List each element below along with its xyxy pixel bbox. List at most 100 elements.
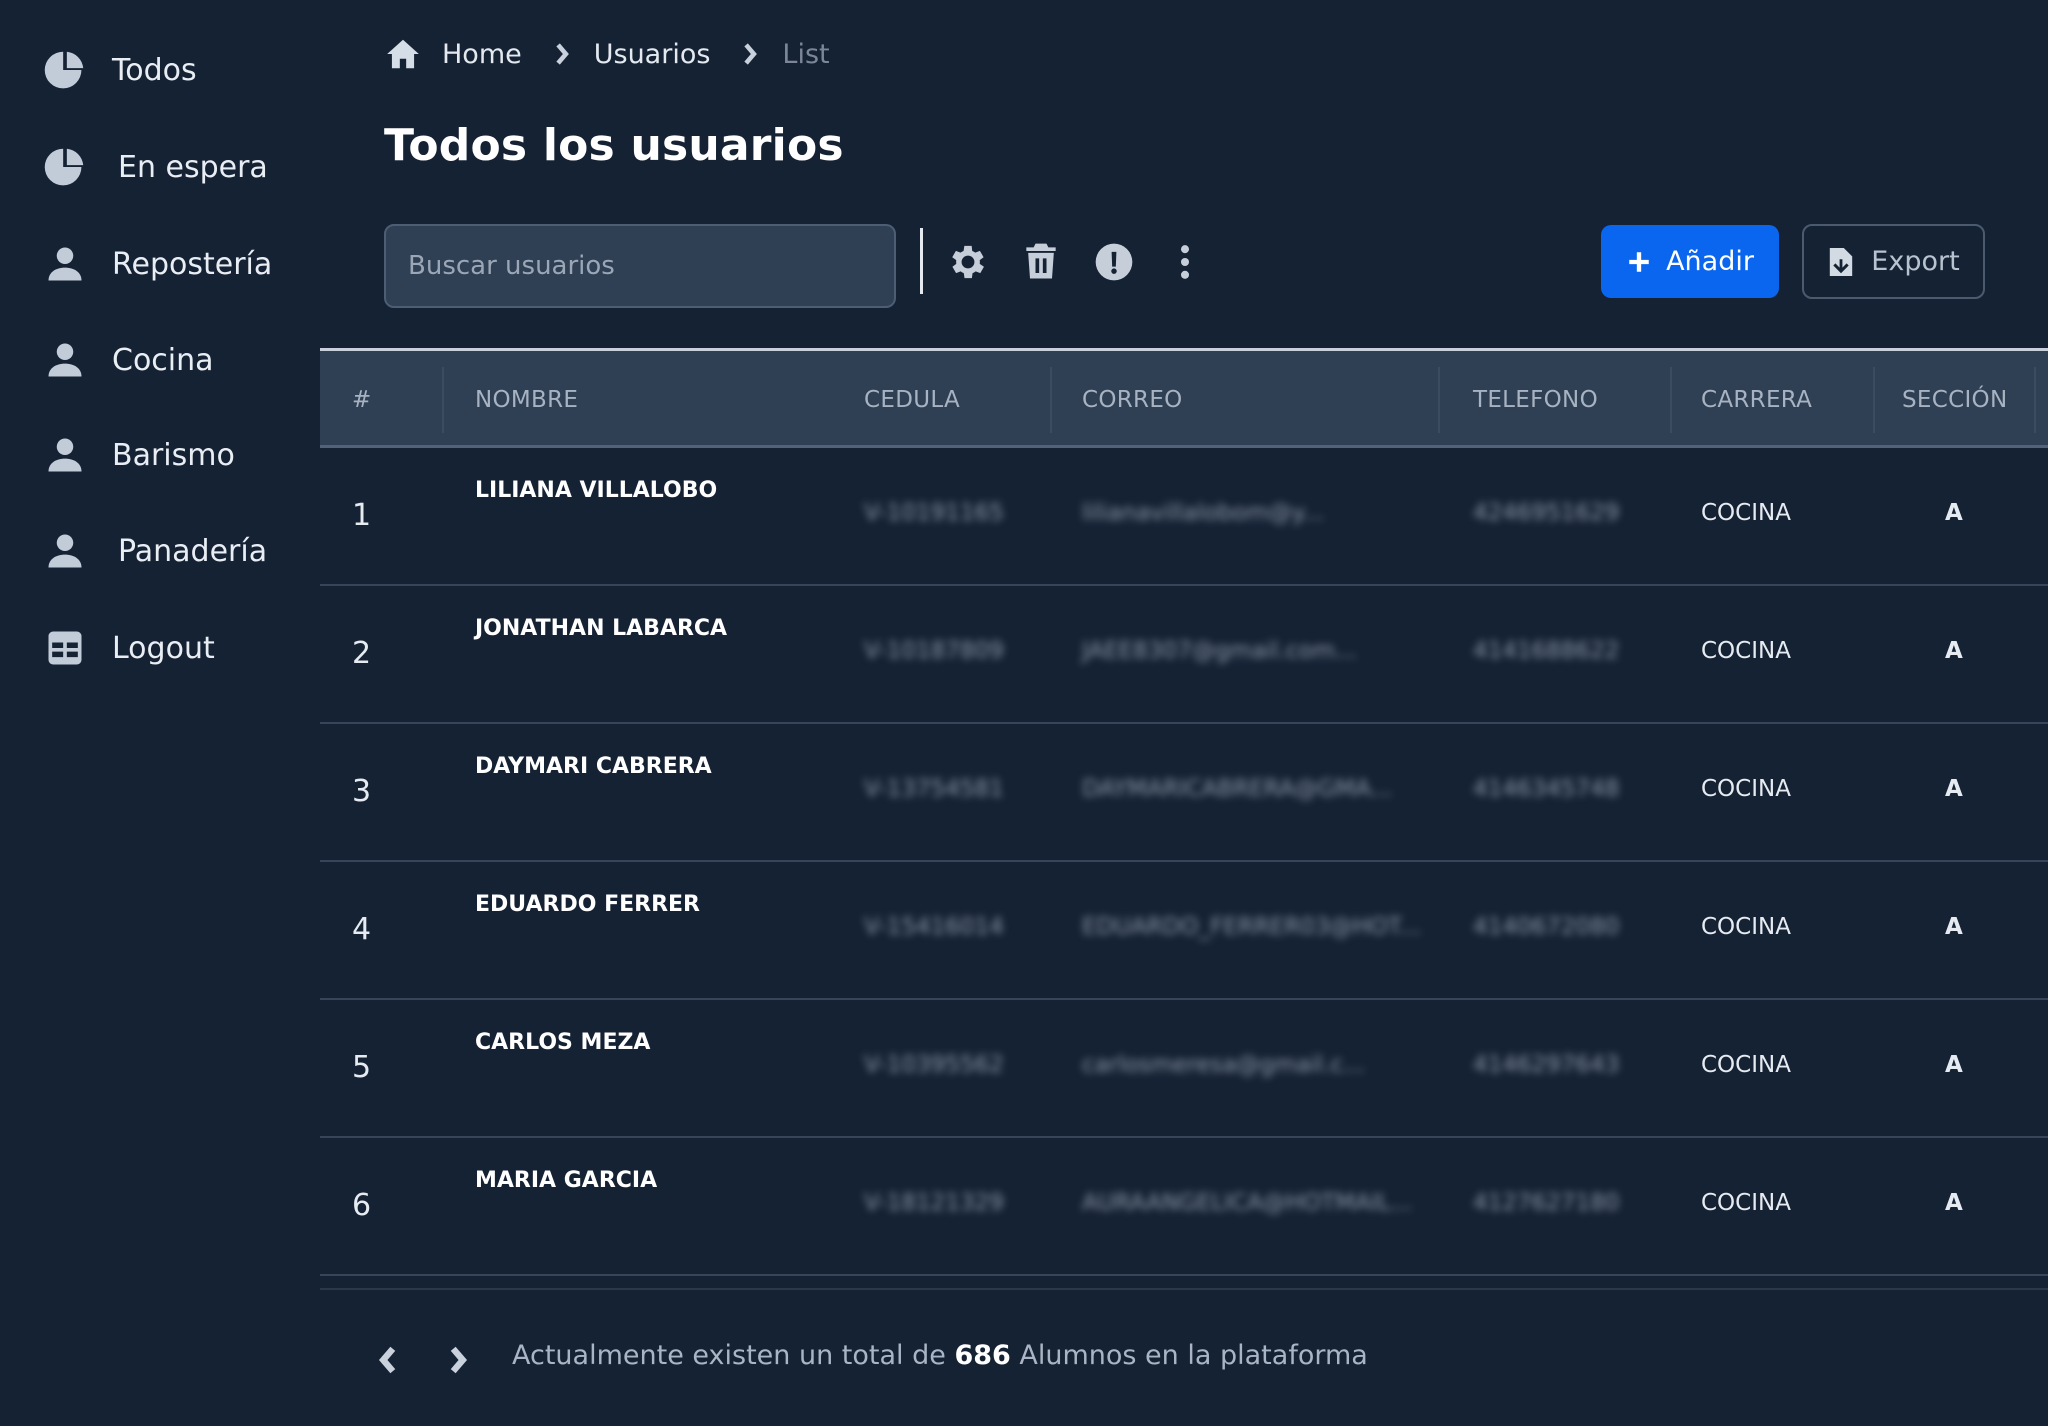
next-page-button[interactable]: [438, 1338, 478, 1382]
total-count-value: 686: [954, 1340, 1011, 1371]
sidebar-item-logout[interactable]: Logout: [40, 618, 215, 678]
export-button[interactable]: Export: [1802, 224, 1985, 299]
sidebar-item-todos[interactable]: Todos: [40, 40, 197, 100]
column-divider: [1670, 367, 1672, 433]
row-carrera: COCINA: [1701, 638, 1791, 664]
sidebar-item-label: Repostería: [112, 246, 273, 282]
row-correo: AURAANGELICA@HOTMAIL...: [1082, 1190, 1413, 1216]
row-number: 2: [352, 636, 372, 671]
row-nombre: JONATHAN LABARCA: [475, 616, 728, 641]
row-cedula: V-13754581: [864, 776, 1004, 802]
sidebar-item-label: Todos: [112, 52, 197, 88]
row-number: 3: [352, 774, 372, 809]
plus-icon: [1626, 249, 1652, 275]
table-row[interactable]: 2 JONATHAN LABARCA V-10187809 JAEE8307@g…: [320, 586, 2048, 724]
pie-chart-icon: [40, 45, 90, 95]
table-row[interactable]: 1 LILIANA VILLALOBO V-10191165 lilianavi…: [320, 448, 2048, 586]
home-icon[interactable]: [384, 35, 422, 73]
sidebar-item-label: Cocina: [112, 342, 214, 378]
chevron-right-icon: [450, 1346, 468, 1374]
chevron-right-icon: [552, 41, 572, 67]
column-header-nombre[interactable]: NOMBRE: [475, 351, 578, 448]
sidebar-item-label: En espera: [118, 149, 268, 185]
previous-page-button[interactable]: [368, 1338, 408, 1382]
pie-chart-icon: [40, 142, 90, 192]
row-carrera: COCINA: [1701, 776, 1791, 802]
column-divider: [2034, 367, 2036, 433]
row-correo: lilianavillalobom@y...: [1082, 500, 1325, 526]
row-carrera: COCINA: [1701, 914, 1791, 940]
sidebar-item-barismo[interactable]: Barismo: [40, 425, 235, 485]
table-header: # NOMBRE CEDULA CORREO TELEFONO CARRERA …: [320, 348, 2048, 448]
user-icon: [40, 526, 90, 576]
table-row[interactable]: 4 EDUARDO FERRER V-15416014 EDUARDO_FERR…: [320, 862, 2048, 1000]
row-correo: DAYMARICABRERA@GMA...: [1082, 776, 1393, 802]
more-vertical-icon[interactable]: [1159, 236, 1211, 288]
gear-icon[interactable]: [942, 236, 994, 288]
row-correo: EDUARDO_FERRER03@HOT...: [1082, 914, 1422, 940]
row-telefono: 4246951629: [1473, 500, 1620, 526]
table-row[interactable]: 5 CARLOS MEZA V-10395562 carlosmeresa@gm…: [320, 1000, 2048, 1138]
breadcrumb-home[interactable]: Home: [442, 39, 522, 70]
column-header-num[interactable]: #: [352, 351, 372, 448]
row-number: 5: [352, 1050, 372, 1085]
sidebar-item-reposteria[interactable]: Repostería: [40, 234, 272, 294]
sidebar-item-label: Panadería: [118, 533, 268, 569]
row-seccion: A: [1945, 1190, 1963, 1216]
row-correo: carlosmeresa@gmail.c...: [1082, 1052, 1366, 1078]
row-carrera: COCINA: [1701, 500, 1791, 526]
table-row[interactable]: 3 DAYMARI CABRERA V-13754581 DAYMARICABR…: [320, 724, 2048, 862]
column-header-correo[interactable]: CORREO: [1082, 351, 1183, 448]
row-seccion: A: [1945, 500, 1963, 526]
chevron-left-icon: [378, 1346, 396, 1374]
row-number: 1: [352, 498, 372, 533]
row-nombre: CARLOS MEZA: [475, 1030, 651, 1055]
export-button-label: Export: [1871, 246, 1960, 277]
column-divider: [442, 367, 444, 433]
row-telefono: 4140672080: [1473, 914, 1620, 940]
sidebar-item-panaderia[interactable]: Panadería: [40, 521, 267, 581]
row-seccion: A: [1945, 914, 1963, 940]
total-text-before: Actualmente existen un total de: [512, 1340, 955, 1371]
column-header-carrera[interactable]: CARRERA: [1701, 351, 1812, 448]
page-title: Todos los usuarios: [384, 120, 844, 171]
row-cedula: V-10395562: [864, 1052, 1004, 1078]
breadcrumb-usuarios[interactable]: Usuarios: [594, 39, 711, 70]
row-carrera: COCINA: [1701, 1052, 1791, 1078]
column-header-cedula[interactable]: CEDULA: [864, 351, 960, 448]
row-nombre: DAYMARI CABRERA: [475, 754, 712, 779]
row-seccion: A: [1945, 638, 1963, 664]
row-seccion: A: [1945, 776, 1963, 802]
table-bottom-divider: [320, 1288, 2048, 1290]
user-icon: [40, 430, 90, 480]
user-icon: [40, 239, 90, 289]
row-nombre: LILIANA VILLALOBO: [475, 478, 718, 503]
sidebar-item-cocina[interactable]: Cocina: [40, 330, 214, 390]
toolbar-divider: [920, 228, 923, 294]
sidebar-item-en-espera[interactable]: En espera: [40, 137, 268, 197]
row-nombre: MARIA GARCIA: [475, 1168, 658, 1193]
table-icon: [40, 623, 90, 673]
add-button[interactable]: Añadir: [1601, 225, 1779, 298]
sidebar: Todos En espera Repostería Cocina Barism…: [0, 0, 320, 1426]
total-count-text: Actualmente existen un total de 686 Alum…: [512, 1340, 1368, 1371]
column-divider: [1050, 367, 1052, 433]
alert-icon[interactable]: [1088, 236, 1140, 288]
total-text-after: Alumnos en la plataforma: [1010, 1340, 1368, 1371]
sidebar-item-label: Barismo: [112, 437, 235, 473]
search-input[interactable]: [384, 224, 896, 308]
sidebar-item-label: Logout: [112, 630, 215, 666]
row-nombre: EDUARDO FERRER: [475, 892, 700, 917]
row-cedula: V-10187809: [864, 638, 1004, 664]
row-cedula: V-15416014: [864, 914, 1004, 940]
column-divider: [1873, 367, 1875, 433]
row-telefono: 4146297643: [1473, 1052, 1620, 1078]
row-seccion: A: [1945, 1052, 1963, 1078]
column-header-telefono[interactable]: TELEFONO: [1473, 351, 1598, 448]
file-download-icon: [1827, 245, 1855, 279]
trash-icon[interactable]: [1015, 236, 1067, 288]
column-header-seccion[interactable]: SECCIÓN: [1902, 351, 2007, 448]
table-row[interactable]: 6 MARIA GARCIA V-18121329 AURAANGELICA@H…: [320, 1138, 2048, 1276]
row-number: 6: [352, 1188, 372, 1223]
add-button-label: Añadir: [1666, 246, 1754, 277]
